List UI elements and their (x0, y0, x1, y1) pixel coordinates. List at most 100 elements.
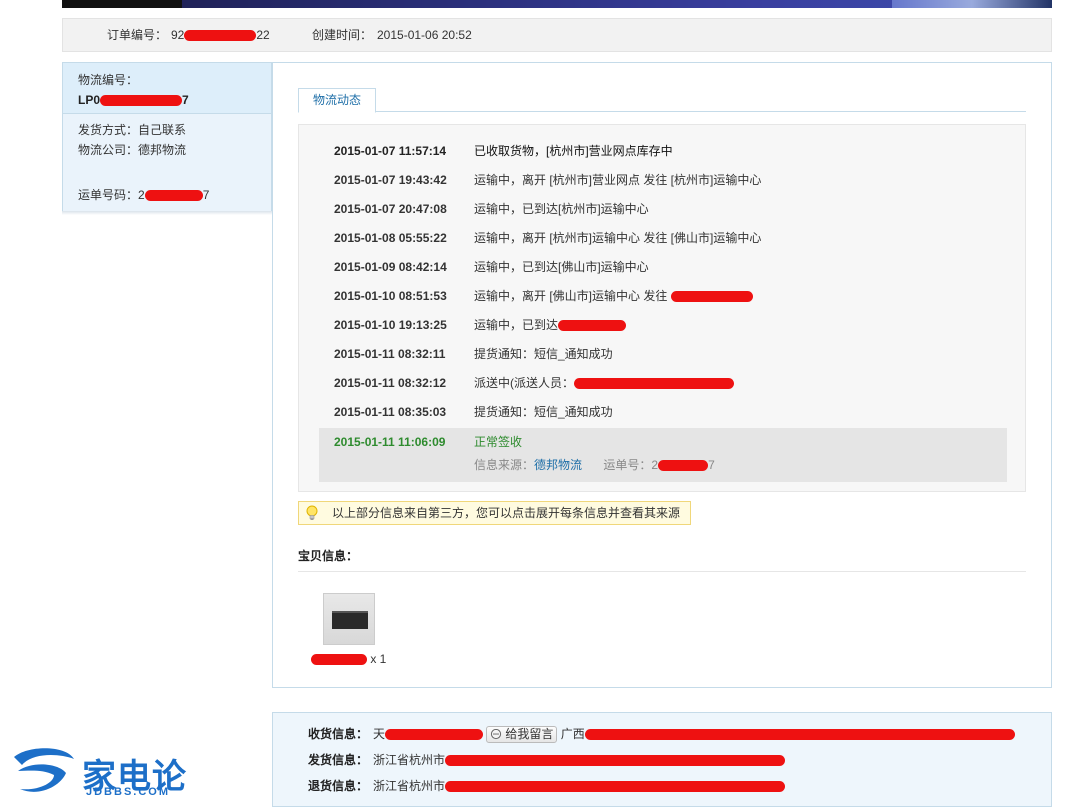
tracking-source: 信息来源：德邦物流 运单号：2 7 (474, 456, 715, 474)
tracking-time: 2015-01-11 08:32:11 (334, 347, 446, 361)
logistics-number-value: LP0 7 (78, 90, 271, 110)
receive-prefix: 天 (373, 727, 386, 741)
send-info-label: 发货信息： (308, 753, 369, 767)
tracking-desc: 运输中，已到达[佛山市]运输中心 (474, 260, 649, 274)
tracking-row[interactable]: 2015-01-11 08:32:12 派送中(派送人员： (299, 369, 1027, 398)
waybill-label: 运单号码： (78, 188, 139, 202)
tracking-time: 2015-01-10 08:51:53 (334, 289, 447, 303)
order-number-value: 92 22 (171, 19, 270, 51)
tracking-desc: 运输中，已到达[杭州市]运输中心 (474, 202, 649, 216)
tracking-time: 2015-01-09 08:42:14 (334, 260, 447, 274)
redaction-mark (144, 190, 203, 202)
tracking-desc-text: 运输中，离开 [佛山市]运输中心 发往 (474, 289, 671, 303)
return-info-label: 退货信息： (308, 779, 369, 793)
redaction-mark (311, 654, 367, 666)
leave-message-label: 给我留言 (505, 727, 554, 742)
order-number-suffix: 22 (256, 28, 270, 42)
redaction-mark (385, 729, 484, 741)
send-province-city: 浙江省杭州市 (373, 753, 446, 767)
tracking-time: 2015-01-10 19:13:25 (334, 318, 447, 332)
tracking-desc: 正常签收 (474, 435, 523, 449)
tracking-time: 2015-01-11 08:32:12 (334, 376, 447, 390)
tracking-row[interactable]: 2015-01-11 08:32:11 提货通知：短信_通知成功 (299, 340, 1027, 369)
tracking-timeline: 2015-01-07 11:57:14 已收取货物，[杭州市]营业网点库存中 2… (298, 124, 1026, 492)
tracking-row[interactable]: 2015-01-10 08:51:53 运输中，离开 [佛山市]运输中心 发往 (299, 282, 1027, 311)
source-link[interactable]: 德邦物流 (534, 458, 582, 472)
tracking-time: 2015-01-07 11:57:14 (334, 144, 447, 158)
item-title-quantity: x 1 (311, 651, 386, 667)
tracking-desc: 已收取货物，[杭州市]营业网点库存中 (474, 144, 673, 158)
tracking-row[interactable]: 2015-01-08 05:55:22 运输中，离开 [杭州市]运输中心 发往 … (299, 224, 1027, 253)
final-waybill-suffix: 7 (708, 458, 715, 472)
final-waybill-prefix: 2 (651, 458, 659, 472)
leave-message-button[interactable]: 给我留言 (486, 726, 558, 744)
final-waybill-label: 运单号： (603, 458, 652, 472)
return-info-value: 浙江省杭州市 (373, 773, 786, 799)
tracking-time: 2015-01-11 08:35:03 (334, 405, 447, 419)
redaction-mark (445, 755, 786, 767)
return-info-row: 退货信息： 浙江省杭州市 (273, 773, 1053, 799)
tracking-desc: 运输中，离开 [杭州市]营业网点 发往 [杭州市]运输中心 (474, 173, 762, 187)
redaction-mark (574, 378, 734, 390)
tracking-row[interactable]: 2015-01-11 08:35:03 提货通知：短信_通知成功 (299, 398, 1027, 427)
tracking-desc: 运输中，已到达 (474, 311, 627, 340)
lightbulb-icon (306, 505, 318, 520)
redaction-mark (584, 729, 1015, 741)
tracking-row[interactable]: 2015-01-10 19:13:25 运输中，已到达 (299, 311, 1027, 340)
forum-logo-icon (14, 748, 74, 792)
waybill-suffix: 7 (202, 188, 210, 202)
carrier-name: 物流公司：德邦物流 (78, 143, 187, 157)
waybill-number: 运单号码：2 7 (78, 185, 209, 205)
return-province-city: 浙江省杭州市 (373, 779, 446, 793)
tab-strip: 物流动态 (298, 88, 1026, 113)
tracking-row[interactable]: 2015-01-07 11:57:14 已收取货物，[杭州市]营业网点库存中 (299, 137, 1027, 166)
banner-art (892, 0, 1052, 8)
order-info-bar: 订单编号： 92 22 创建时间： 2015-01-06 20:52 (62, 18, 1052, 52)
tracking-desc: 提货通知：短信_通知成功 (474, 347, 613, 361)
panel-shadow (62, 211, 272, 215)
logistics-number-prefix: LP0 (78, 93, 101, 107)
logistics-number-label: 物流编号： (78, 73, 139, 87)
redaction-mark (100, 95, 183, 107)
item-info-heading: 宝贝信息： (298, 549, 359, 563)
forum-watermark-logo: 家电论坛 JDBBS.COM (8, 745, 208, 807)
send-info-value: 浙江省杭州市 (373, 747, 786, 773)
order-number-label: 订单编号： (107, 28, 168, 42)
receive-info-row: 收货信息： 天 给我留言 广西 (273, 721, 1053, 747)
receive-info-label: 收货信息： (308, 727, 369, 741)
tracking-row[interactable]: 2015-01-09 08:42:14 运输中，已到达[佛山市]运输中心 (299, 253, 1027, 282)
redaction-mark (558, 320, 627, 332)
logistics-summary-panel: 物流编号： LP0 7 发货方式：自己联系 物流公司：德邦物流 运单号码：2 7 (62, 62, 272, 212)
tracking-row-delivered[interactable]: 2015-01-11 11:06:09 正常签收 信息来源：德邦物流 运单号：2… (319, 428, 1007, 482)
main-logistics-panel: 物流动态 2015-01-07 11:57:14 已收取货物，[杭州市]营业网点… (272, 62, 1052, 688)
item-thumbnail[interactable] (323, 593, 375, 645)
order-number-prefix: 92 (171, 28, 185, 42)
source-label: 信息来源： (474, 458, 535, 472)
tracking-desc: 运输中，离开 [佛山市]运输中心 发往 (474, 282, 753, 311)
tracking-row[interactable]: 2015-01-07 19:43:42 运输中，离开 [杭州市]营业网点 发往 … (299, 166, 1027, 195)
waybill-prefix: 2 (138, 188, 145, 202)
banner-logo (62, 0, 182, 8)
redaction-mark (184, 30, 257, 42)
redaction-mark (658, 460, 709, 472)
tab-logistics-status[interactable]: 物流动态 (298, 88, 376, 113)
tracking-desc-text: 派送中(派送人员： (474, 376, 574, 390)
redaction-mark (670, 291, 753, 303)
tracking-desc: 提货通知：短信_通知成功 (474, 405, 613, 419)
tracking-row[interactable]: 2015-01-07 20:47:08 运输中，已到达[杭州市]运输中心 (299, 195, 1027, 224)
product-image (332, 611, 368, 629)
item-quantity: x 1 (370, 652, 387, 666)
receive-region: 广西 (560, 727, 585, 741)
chat-bubble-icon (491, 729, 502, 740)
ship-method: 发货方式：自己联系 (78, 123, 187, 137)
redaction-mark (445, 781, 786, 793)
tracking-desc-text: 运输中，已到达 (474, 318, 559, 332)
tracking-time: 2015-01-07 20:47:08 (334, 202, 447, 216)
top-banner (62, 0, 1052, 8)
logistics-number-suffix: 7 (182, 93, 189, 107)
address-panel: 收货信息： 天 给我留言 广西 发货信息： 浙江省杭州市 退货信息： 浙江省杭州… (272, 712, 1052, 807)
forum-name-cn: 家电论坛 (82, 757, 187, 807)
tracking-desc: 运输中，离开 [杭州市]运输中心 发往 [佛山市]运输中心 (474, 231, 762, 245)
tracking-time: 2015-01-07 19:43:42 (334, 173, 447, 187)
send-info-row: 发货信息： 浙江省杭州市 (273, 747, 1053, 773)
